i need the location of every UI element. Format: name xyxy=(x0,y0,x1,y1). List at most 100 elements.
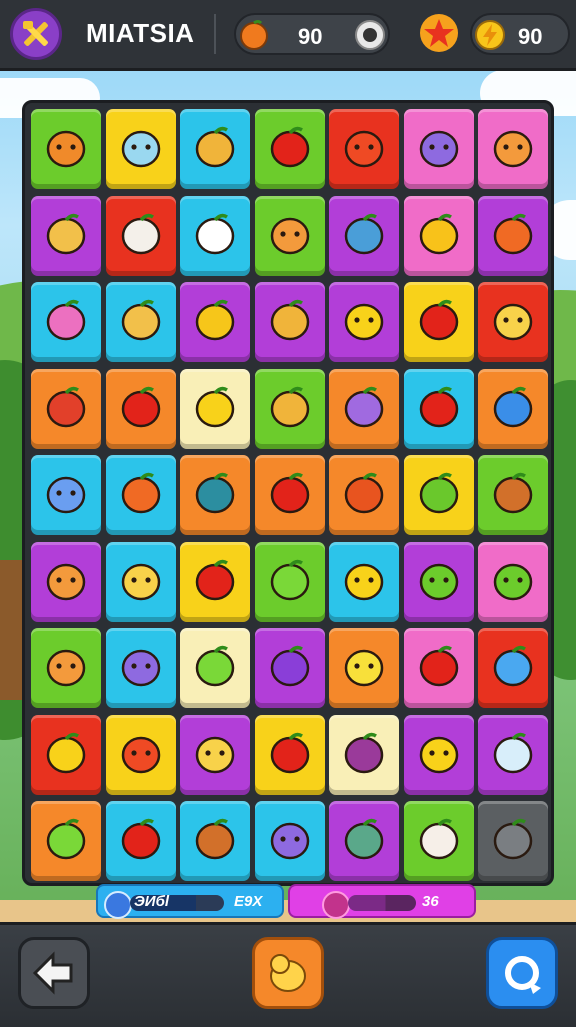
tile[interactable] xyxy=(180,195,250,276)
onion-icon xyxy=(344,472,384,514)
tile[interactable] xyxy=(254,714,325,795)
tile[interactable] xyxy=(105,455,176,535)
tile[interactable] xyxy=(180,801,250,881)
tile[interactable] xyxy=(180,541,250,622)
refresh-icon xyxy=(505,956,541,994)
face-orange-icon xyxy=(46,563,86,600)
menu-button[interactable] xyxy=(10,8,62,60)
apple-red-icon xyxy=(270,126,309,168)
tile[interactable] xyxy=(31,714,101,795)
tile[interactable] xyxy=(31,628,101,708)
tile[interactable] xyxy=(180,455,250,535)
tree-trunk xyxy=(0,560,24,700)
tile[interactable] xyxy=(329,109,399,189)
pink-orb-icon xyxy=(322,891,350,919)
tile[interactable] xyxy=(105,628,176,708)
tile[interactable] xyxy=(180,714,250,795)
tile[interactable] xyxy=(105,195,176,276)
tile[interactable] xyxy=(180,628,250,708)
tile[interactable] xyxy=(478,455,548,535)
top-bar: MIATSIA 90 90 xyxy=(0,0,576,68)
tile[interactable] xyxy=(478,714,548,795)
tile[interactable] xyxy=(105,541,176,622)
tile[interactable] xyxy=(478,109,548,189)
tile[interactable] xyxy=(403,109,474,189)
tile[interactable] xyxy=(478,541,548,622)
tile[interactable] xyxy=(329,368,399,449)
tile[interactable] xyxy=(403,455,474,535)
tile[interactable] xyxy=(180,368,250,449)
tile[interactable] xyxy=(478,368,548,449)
tile[interactable] xyxy=(254,628,325,708)
flower-pink-icon xyxy=(46,299,86,341)
tile[interactable] xyxy=(329,195,399,276)
tile[interactable] xyxy=(478,801,548,881)
tile[interactable] xyxy=(403,801,474,881)
tile[interactable] xyxy=(329,541,399,622)
tile[interactable] xyxy=(105,714,176,795)
blob-face-icon xyxy=(121,130,160,168)
strawberry-red-icon xyxy=(270,472,309,514)
page-title: MIATSIA xyxy=(86,18,195,48)
tile[interactable] xyxy=(329,714,399,795)
face-orange-icon xyxy=(270,217,309,254)
lemon-face-icon xyxy=(344,649,384,687)
tile[interactable] xyxy=(329,455,399,535)
tile[interactable] xyxy=(478,628,548,708)
tile[interactable] xyxy=(31,195,101,276)
cup-white-icon xyxy=(419,818,458,860)
tile[interactable] xyxy=(31,455,101,535)
plus-icon[interactable] xyxy=(354,19,386,51)
leaf-ball-icon xyxy=(195,472,235,514)
tile[interactable] xyxy=(329,628,399,708)
face-orange-icon xyxy=(46,649,86,687)
tile[interactable] xyxy=(254,801,325,881)
blob-purple-icon xyxy=(270,822,309,860)
tile[interactable] xyxy=(31,541,101,622)
coin-value: 90 xyxy=(298,24,323,49)
tile[interactable] xyxy=(403,714,474,795)
tile[interactable] xyxy=(254,455,325,535)
star-card-icon xyxy=(195,213,235,254)
tile[interactable] xyxy=(105,368,176,449)
tile[interactable] xyxy=(180,109,250,189)
tile[interactable] xyxy=(403,195,474,276)
blue-orb-icon xyxy=(104,891,132,919)
tile[interactable] xyxy=(254,541,325,622)
tile[interactable] xyxy=(478,195,548,276)
sun-face-icon xyxy=(344,563,384,600)
tile[interactable] xyxy=(478,282,548,362)
fruit-coin-icon xyxy=(240,20,268,50)
tile[interactable] xyxy=(254,109,325,189)
tile[interactable] xyxy=(180,282,250,362)
tile[interactable] xyxy=(105,282,176,362)
tile[interactable] xyxy=(254,368,325,449)
tile[interactable] xyxy=(31,109,101,189)
tile[interactable] xyxy=(329,282,399,362)
tile[interactable] xyxy=(403,282,474,362)
progress-left-percent: Е9Х xyxy=(234,893,263,910)
tile[interactable] xyxy=(403,628,474,708)
tile[interactable] xyxy=(403,541,474,622)
tile[interactable] xyxy=(329,801,399,881)
tile[interactable] xyxy=(105,109,176,189)
bottom-bar xyxy=(0,922,576,1027)
gem-value: 90 xyxy=(518,24,543,49)
tile[interactable] xyxy=(31,368,101,449)
tile[interactable] xyxy=(403,368,474,449)
tile[interactable] xyxy=(31,282,101,362)
coin-counter: 90 xyxy=(234,13,390,55)
card-icon xyxy=(344,213,384,254)
back-button[interactable] xyxy=(18,937,90,1009)
tile[interactable] xyxy=(254,195,325,276)
tile[interactable] xyxy=(254,282,325,362)
tile[interactable] xyxy=(31,801,101,881)
ice-cream-icon xyxy=(195,818,235,860)
apple-red-icon xyxy=(419,299,458,341)
tile[interactable] xyxy=(105,801,176,881)
blob-purple-icon xyxy=(419,130,458,168)
refresh-button[interactable] xyxy=(486,937,558,1009)
strawberry-icon xyxy=(46,386,86,427)
chick-button[interactable] xyxy=(252,937,324,1009)
lime-icon xyxy=(46,818,86,860)
